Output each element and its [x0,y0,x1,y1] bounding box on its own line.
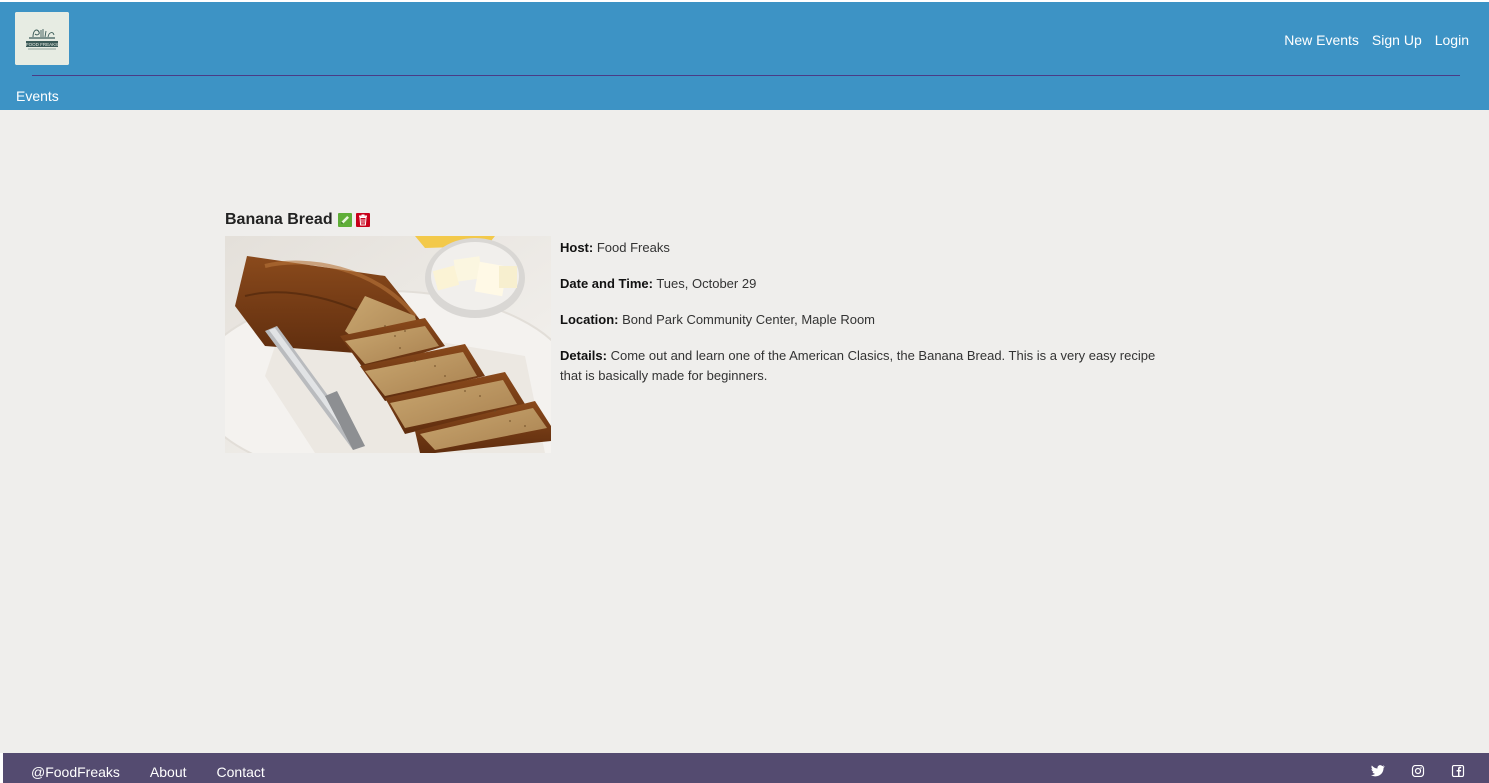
event-title: Banana Bread [225,211,333,228]
event-date: Date and Time: Tues, October 29 [560,274,1160,294]
event-details: Host: Food Freaks Date and Time: Tues, O… [560,236,1160,453]
site-logo[interactable]: FOOD FREAKS [15,12,69,65]
event-card: Banana Bread Host: Food Freaks Date and … [225,209,1175,453]
event-body: Host: Food Freaks Date and Time: Tues, O… [225,236,1175,453]
details-value: Come out and learn one of the American C… [560,348,1156,383]
pencil-icon [340,216,349,224]
footer-link-handle[interactable]: @FoodFreaks [31,763,120,781]
top-nav: New Events Sign Up Login [1284,31,1469,49]
location-label: Location: [560,312,619,327]
header-divider [32,75,1460,76]
trash-icon [358,214,367,226]
delete-button[interactable] [355,213,370,227]
nav-link-new-events[interactable]: New Events [1284,31,1359,49]
twitter-icon[interactable] [1371,765,1385,777]
logo-wordmark: FOOD FREAKS [26,42,58,47]
date-label: Date and Time: [560,276,653,291]
edit-button[interactable] [337,213,352,227]
sub-nav: Events [16,87,59,106]
instagram-icon[interactable] [1411,765,1425,777]
details-label: Details: [560,348,607,363]
site-header: FOOD FREAKS New Events Sign Up Login Eve… [0,0,1489,110]
footer-link-contact[interactable]: Contact [217,763,265,781]
event-location: Location: Bond Park Community Center, Ma… [560,310,1160,330]
footer-link-about[interactable]: About [150,763,187,781]
sub-nav-link-events[interactable]: Events [16,88,59,104]
location-value: Bond Park Community Center, Maple Room [622,312,876,327]
event-title-row: Banana Bread [225,209,1175,231]
site-footer: @FoodFreaks About Contact [0,753,1489,783]
event-host: Host: Food Freaks [560,238,1160,258]
social-links [1371,765,1465,777]
event-photo [225,236,551,453]
facebook-icon[interactable] [1451,765,1465,777]
footer-links: @FoodFreaks About Contact [31,763,265,781]
host-label: Host: [560,240,594,255]
nav-link-login[interactable]: Login [1435,31,1469,49]
nav-link-sign-up[interactable]: Sign Up [1372,31,1422,49]
banana-bread-image [225,236,551,453]
event-description: Details: Come out and learn one of the A… [560,346,1160,386]
date-value: Tues, October 29 [656,276,757,291]
host-value: Food Freaks [596,240,670,255]
